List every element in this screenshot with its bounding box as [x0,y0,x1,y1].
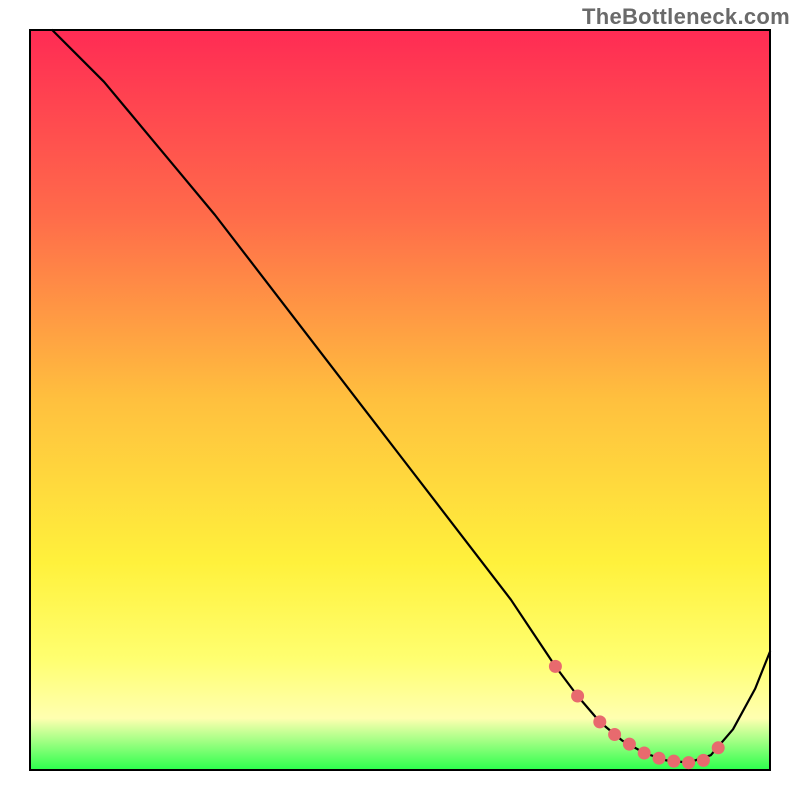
sweet-spot-marker [549,660,562,673]
sweet-spot-marker [653,752,666,765]
plot-area [30,30,770,770]
sweet-spot-marker [667,755,680,768]
sweet-spot-marker [608,728,621,741]
sweet-spot-marker [697,754,710,767]
gradient-background [30,30,770,770]
sweet-spot-marker [638,747,651,760]
watermark-text: TheBottleneck.com [582,4,790,30]
sweet-spot-marker [712,741,725,754]
sweet-spot-marker [623,738,636,751]
sweet-spot-marker [593,715,606,728]
bottleneck-chart [0,0,800,800]
sweet-spot-marker [571,690,584,703]
sweet-spot-marker [682,756,695,769]
chart-frame: TheBottleneck.com [0,0,800,800]
